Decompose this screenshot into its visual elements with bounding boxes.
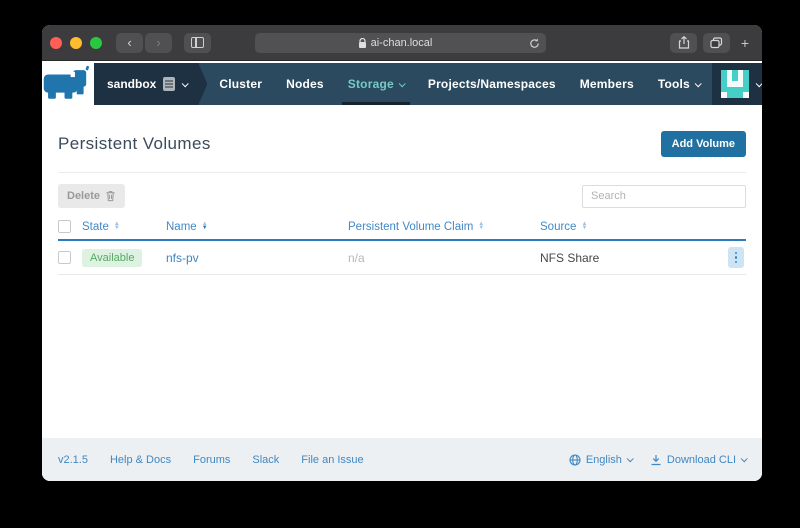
divider (58, 172, 746, 173)
select-all-checkbox[interactable] (58, 220, 71, 233)
user-menu[interactable] (712, 63, 762, 105)
tabs-icon (710, 37, 723, 49)
app-header: sandbox Cluster Nodes Storage Projects/N… (42, 63, 746, 105)
globe-icon (569, 454, 581, 466)
nav-item-nodes[interactable]: Nodes (274, 63, 336, 105)
download-cli-label: Download CLI (667, 454, 736, 466)
environment-icon (163, 77, 175, 91)
row-actions-button[interactable] (728, 247, 744, 268)
share-button[interactable] (670, 33, 697, 53)
delete-button[interactable]: Delete (58, 184, 125, 208)
add-volume-button[interactable]: Add Volume (661, 131, 746, 157)
close-window-button[interactable] (50, 37, 62, 49)
lock-icon (358, 38, 367, 49)
share-icon (678, 36, 690, 49)
chevron-down-icon (627, 455, 634, 462)
app-content: sandbox Cluster Nodes Storage Projects/N… (42, 61, 762, 481)
nav-item-tools[interactable]: Tools (646, 63, 712, 105)
nav-item-projects-namespaces[interactable]: Projects/Namespaces (416, 63, 568, 105)
help-docs-link[interactable]: Help & Docs (110, 454, 171, 466)
sort-icon: ▲▼ (581, 223, 587, 230)
environment-label: sandbox (107, 77, 156, 91)
column-header-claim[interactable]: Persistent Volume Claim▲▼ (348, 221, 540, 233)
trash-icon (105, 190, 116, 202)
new-tab-button[interactable]: + (736, 33, 754, 53)
source-cell: NFS Share (540, 251, 728, 265)
minimize-window-button[interactable] (70, 37, 82, 49)
chevron-down-icon (756, 80, 762, 87)
download-icon (650, 454, 662, 466)
chevron-down-icon (399, 80, 406, 87)
language-selector[interactable]: English (569, 454, 632, 466)
sidebar-icon (191, 37, 204, 48)
chevron-down-icon (695, 80, 702, 87)
sort-icon: ▲▼ (114, 223, 120, 230)
zoom-window-button[interactable] (90, 37, 102, 49)
address-bar[interactable]: ai-chan.local (255, 33, 546, 53)
app-footer: v2.1.5 Help & Docs Forums Slack File an … (42, 438, 762, 481)
avatar (721, 70, 749, 98)
nav-item-members[interactable]: Members (568, 63, 646, 105)
slack-link[interactable]: Slack (252, 454, 279, 466)
table-row: Available nfs-pv n/a NFS Share (58, 241, 746, 275)
sidebar-toggle-button[interactable] (184, 33, 211, 53)
sort-icon: ▲▼ (202, 223, 208, 230)
environment-switcher[interactable]: sandbox (94, 63, 207, 105)
claim-cell: n/a (348, 251, 540, 265)
table-header: State▲▼ Name▲▼ Persistent Volume Claim▲▼… (58, 214, 746, 241)
language-label: English (586, 454, 622, 466)
forward-button[interactable]: › (145, 33, 172, 53)
refresh-icon[interactable] (529, 38, 540, 49)
rancher-logo[interactable] (42, 63, 94, 105)
forums-link[interactable]: Forums (193, 454, 230, 466)
url-text: ai-chan.local (371, 37, 433, 49)
download-cli-menu[interactable]: Download CLI (650, 454, 746, 466)
column-header-state[interactable]: State▲▼ (82, 221, 166, 233)
column-header-source[interactable]: Source▲▼ (540, 221, 728, 233)
page-body: Persistent Volumes Add Volume Delete Sta… (42, 105, 762, 438)
page-title: Persistent Volumes (58, 134, 211, 154)
nav-item-storage[interactable]: Storage (336, 63, 416, 105)
file-issue-link[interactable]: File an Issue (301, 454, 363, 466)
delete-button-label: Delete (67, 190, 100, 202)
browser-toolbar: ‹ › ai-chan.local + (42, 25, 762, 61)
status-badge: Available (82, 249, 142, 267)
tab-overview-button[interactable] (703, 33, 730, 53)
version-label: v2.1.5 (58, 454, 88, 466)
column-header-name[interactable]: Name▲▼ (166, 221, 348, 233)
back-button[interactable]: ‹ (116, 33, 143, 53)
browser-window: ‹ › ai-chan.local + (42, 25, 762, 481)
sort-icon: ▲▼ (478, 223, 484, 230)
nav-item-cluster[interactable]: Cluster (207, 63, 274, 105)
chevron-down-icon (182, 80, 189, 87)
search-input[interactable] (582, 185, 746, 208)
row-checkbox[interactable] (58, 251, 71, 264)
chevron-down-icon (741, 455, 748, 462)
top-nav: sandbox Cluster Nodes Storage Projects/N… (94, 63, 762, 105)
volumes-table: State▲▼ Name▲▼ Persistent Volume Claim▲▼… (58, 214, 746, 275)
rancher-cow-icon (42, 64, 94, 104)
volume-name-link[interactable]: nfs-pv (166, 251, 348, 265)
